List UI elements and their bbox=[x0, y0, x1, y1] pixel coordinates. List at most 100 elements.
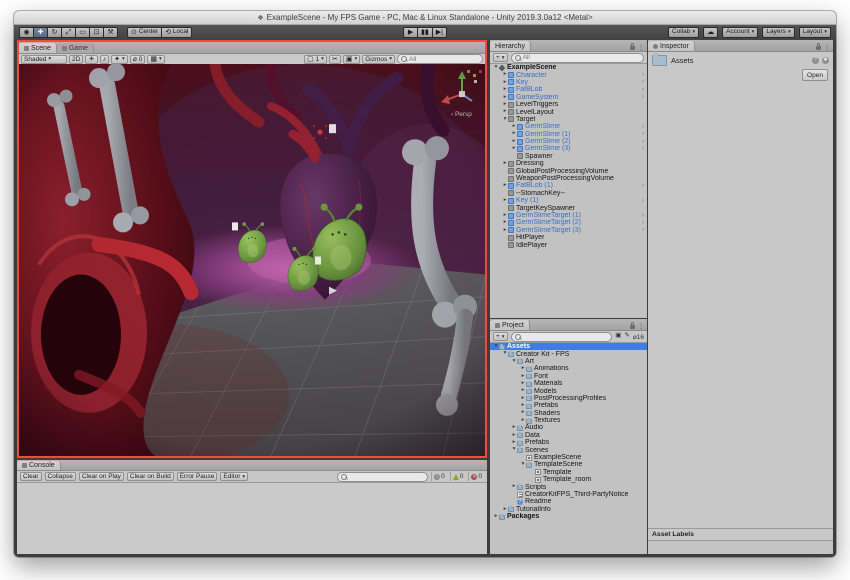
project-search-field[interactable] bbox=[510, 331, 613, 342]
hierarchy-row[interactable]: TargetKeySpawner bbox=[490, 204, 647, 212]
hidden-objects-toggle[interactable]: ⌀ 0 bbox=[129, 54, 146, 64]
project-row[interactable]: Art bbox=[490, 358, 647, 365]
editor-dropdown[interactable]: Editor bbox=[220, 472, 249, 481]
project-row[interactable]: TemplateScene bbox=[490, 461, 647, 468]
title-bar[interactable]: ❖ ExampleScene - My FPS Game - PC, Mac &… bbox=[14, 11, 836, 25]
project-row[interactable]: PostProcessingProfiles bbox=[490, 395, 647, 402]
info-filter-toggle[interactable]: ! 0 bbox=[431, 472, 447, 481]
project-row[interactable]: CreatorKitFPS_Third-PartyNotice bbox=[490, 491, 647, 498]
console-search-input[interactable] bbox=[349, 473, 425, 480]
grid-dropdown[interactable]: ▦ bbox=[147, 54, 165, 64]
clear-on-play-button[interactable]: Clear on Play bbox=[78, 472, 124, 481]
create-object-dropdown[interactable]: + bbox=[493, 53, 508, 62]
gear-icon[interactable]: ✱ bbox=[822, 57, 829, 64]
hierarchy-row[interactable]: Spawner bbox=[490, 153, 647, 160]
lock-icon[interactable] bbox=[816, 43, 821, 50]
hierarchy-row[interactable]: --StomachKey-- bbox=[490, 190, 647, 197]
project-search-input[interactable] bbox=[522, 333, 609, 340]
2d-toggle[interactable]: 2D bbox=[69, 54, 84, 64]
tab-game[interactable]: Game bbox=[56, 43, 94, 53]
layers-dropdown[interactable]: Layers bbox=[762, 27, 795, 38]
prefab-chevron-icon[interactable] bbox=[642, 124, 647, 130]
tab-project[interactable]: Project bbox=[490, 320, 530, 330]
panel-menu-icon[interactable]: ⋮ bbox=[638, 45, 644, 51]
project-row[interactable]: Models bbox=[490, 387, 647, 395]
tab-inspector[interactable]: Inspector bbox=[648, 41, 695, 51]
help-icon[interactable]: ? bbox=[812, 57, 819, 64]
project-row[interactable]: Prefabs bbox=[490, 439, 647, 446]
lighting-toggle[interactable]: ☀ bbox=[85, 54, 98, 64]
rotate-tool-button[interactable]: ↻ bbox=[47, 27, 62, 38]
collapse-button[interactable]: Collapse bbox=[44, 472, 76, 481]
project-row[interactable]: TutorialInfo bbox=[490, 506, 647, 513]
scene-search-input[interactable] bbox=[409, 55, 479, 63]
prefab-chevron-icon[interactable] bbox=[642, 213, 647, 219]
project-row[interactable]: Materials bbox=[490, 380, 647, 387]
error-pause-button[interactable]: Error Pause bbox=[176, 472, 218, 481]
scale-tool-button[interactable]: ⤢ bbox=[61, 27, 76, 38]
hierarchy-row[interactable]: GermSlime (1) bbox=[490, 131, 647, 138]
pause-button[interactable]: ▮▮ bbox=[417, 27, 433, 38]
search-by-label-icon[interactable]: ✎ bbox=[624, 333, 629, 340]
project-row[interactable]: ExampleScene bbox=[490, 454, 647, 461]
scene-search-field[interactable] bbox=[397, 54, 483, 64]
prefab-chevron-icon[interactable] bbox=[642, 131, 647, 137]
project-row[interactable]: Template bbox=[490, 469, 647, 476]
hierarchy-row[interactable]: Key bbox=[490, 79, 647, 86]
hierarchy-row[interactable]: GermSlimeTarget (2) bbox=[490, 219, 647, 226]
hierarchy-row[interactable]: FatBLob bbox=[490, 86, 647, 93]
hierarchy-row[interactable]: GlobalPostProcessingVolume bbox=[490, 167, 647, 175]
panel-menu-icon[interactable]: ⋮ bbox=[824, 45, 830, 51]
prefab-chevron-icon[interactable] bbox=[642, 220, 647, 226]
tab-scene[interactable]: Scene bbox=[19, 43, 57, 53]
open-button[interactable]: Open bbox=[802, 69, 828, 81]
console-search-field[interactable] bbox=[337, 471, 429, 482]
hierarchy-row[interactable]: HitPlayer bbox=[490, 234, 647, 241]
draw-mode-dropdown[interactable]: Shaded bbox=[21, 54, 67, 64]
project-row[interactable]: Animations bbox=[490, 365, 647, 372]
hierarchy-row[interactable]: GermSlimeTarget (3) bbox=[490, 227, 647, 234]
hierarchy-row[interactable]: GermSlime bbox=[490, 123, 647, 130]
rect-tool-button[interactable]: ▭ bbox=[75, 27, 90, 38]
clear-on-build-button[interactable]: Clear on Build bbox=[126, 472, 174, 481]
cloud-button[interactable]: ☁ bbox=[703, 27, 719, 38]
hand-tool-button[interactable]: ◉ bbox=[19, 27, 34, 38]
audio-toggle[interactable]: ♪ bbox=[99, 54, 110, 64]
project-row[interactable]: Font bbox=[490, 373, 647, 380]
project-row[interactable]: Creator Kit - FPS bbox=[490, 350, 647, 358]
project-row[interactable]: Scenes bbox=[490, 446, 647, 454]
transform-tool-button[interactable]: ⊡ bbox=[89, 27, 104, 38]
project-row[interactable]: Assets bbox=[490, 343, 647, 351]
project-row[interactable]: Data bbox=[490, 432, 647, 439]
hierarchy-row[interactable]: Character bbox=[490, 71, 647, 79]
hierarchy-row[interactable]: GameSystem bbox=[490, 94, 647, 101]
project-row[interactable]: Scripts bbox=[490, 483, 647, 491]
space-toggle-button[interactable]: ⟲ Local bbox=[161, 27, 193, 38]
prefab-chevron-icon[interactable] bbox=[642, 94, 647, 100]
hierarchy-row[interactable]: LevelLayout bbox=[490, 108, 647, 116]
isolation-button[interactable]: ✂ bbox=[328, 54, 341, 64]
effects-dropdown[interactable]: ✦ bbox=[111, 54, 128, 64]
scene-viewport[interactable]: ‹ Persp bbox=[19, 64, 485, 456]
hierarchy-row[interactable]: ExampleScene bbox=[490, 64, 647, 71]
project-row[interactable]: Packages bbox=[490, 513, 647, 520]
prefab-chevron-icon[interactable] bbox=[642, 146, 647, 152]
hierarchy-row[interactable]: GermSlime (3) bbox=[490, 145, 647, 152]
hidden-packages-count[interactable]: ⌀16 bbox=[633, 333, 644, 341]
layout-dropdown[interactable]: Layout bbox=[798, 27, 831, 38]
hierarchy-row[interactable]: Target bbox=[490, 116, 647, 123]
tab-console[interactable]: Console bbox=[17, 461, 61, 470]
camera-settings-dropdown[interactable]: ▣ bbox=[342, 54, 361, 64]
lock-icon[interactable] bbox=[630, 322, 635, 329]
hierarchy-search-input[interactable] bbox=[522, 54, 640, 61]
panel-menu-icon[interactable]: ⋮ bbox=[638, 324, 644, 330]
hierarchy-row[interactable]: Key (1) bbox=[490, 197, 647, 204]
hierarchy-search-field[interactable] bbox=[510, 52, 644, 63]
account-dropdown[interactable]: Account bbox=[722, 27, 759, 38]
project-row[interactable]: Shaders bbox=[490, 410, 647, 417]
search-by-type-icon[interactable]: ▣ bbox=[615, 333, 621, 340]
hierarchy-row[interactable]: Dressing bbox=[490, 160, 647, 167]
project-row[interactable]: Textures bbox=[490, 417, 647, 424]
error-filter-toggle[interactable]: ✕ 0 bbox=[468, 472, 484, 481]
hierarchy-row[interactable]: GermSlime (2) bbox=[490, 138, 647, 145]
